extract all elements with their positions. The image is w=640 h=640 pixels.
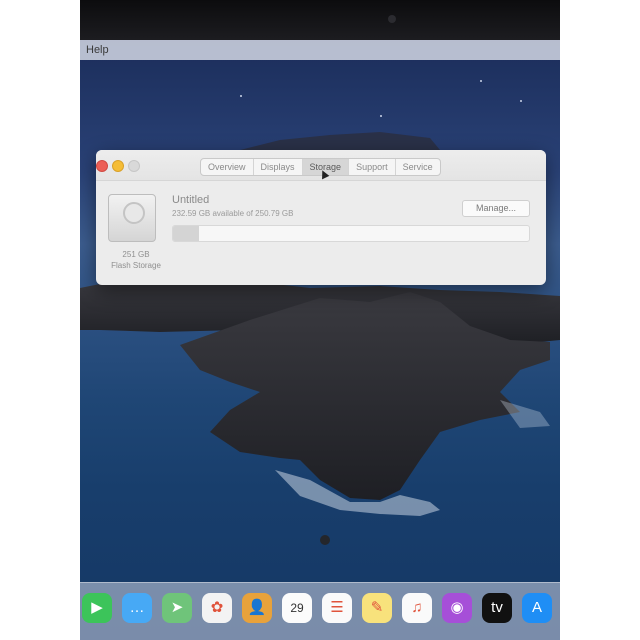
dock: ▶ … ➤ ✿ 👤 29 ☰ ✎ ♫ ◉ tv A — [80, 582, 560, 640]
calendar-icon[interactable]: 29 — [282, 593, 312, 623]
podcasts-icon[interactable]: ◉ — [442, 593, 472, 623]
camera-icon — [388, 15, 396, 23]
menu-help[interactable]: Help — [80, 44, 109, 56]
maps-icon[interactable]: ➤ — [162, 593, 192, 623]
tab-service[interactable]: Service — [396, 159, 440, 175]
app-store-icon[interactable]: A — [522, 593, 552, 623]
close-button[interactable] — [96, 160, 108, 172]
volume-availability: 232.59 GB available of 250.79 GB — [172, 209, 294, 218]
contacts-icon[interactable]: 👤 — [242, 593, 272, 623]
photos-icon[interactable]: ✿ — [202, 593, 232, 623]
drive-size: 251 GB — [122, 250, 150, 259]
window-titlebar: Overview Displays Storage Support Servic… — [96, 150, 546, 181]
about-this-mac-window: Overview Displays Storage Support Servic… — [96, 150, 546, 285]
facetime-icon[interactable]: ▶ — [82, 593, 112, 623]
desktop: Help Overview Displays Storage Support S… — [80, 40, 560, 640]
apple-tv-icon[interactable]: tv — [482, 593, 512, 623]
minimize-button[interactable] — [112, 160, 124, 172]
reminders-icon[interactable]: ☰ — [322, 593, 352, 623]
volume-name: Untitled — [172, 194, 210, 206]
storage-usage-bar — [172, 225, 530, 242]
flash-drive-icon — [108, 194, 156, 242]
storage-usage-fill — [173, 226, 199, 241]
star — [480, 80, 482, 82]
screen-bezel — [80, 0, 560, 40]
tab-displays[interactable]: Displays — [254, 159, 303, 175]
star — [240, 95, 242, 97]
drive-type: Flash Storage — [111, 261, 161, 270]
music-icon[interactable]: ♫ — [402, 593, 432, 623]
notes-icon[interactable]: ✎ — [362, 593, 392, 623]
tab-support[interactable]: Support — [349, 159, 396, 175]
messages-icon[interactable]: … — [122, 593, 152, 623]
desktop-wallpaper — [80, 132, 560, 545]
zoom-button[interactable] — [128, 160, 140, 172]
star — [380, 115, 382, 117]
manage-button[interactable]: Manage... — [462, 200, 530, 217]
menu-bar: Help — [80, 40, 560, 60]
star — [520, 100, 522, 102]
tab-overview[interactable]: Overview — [201, 159, 254, 175]
